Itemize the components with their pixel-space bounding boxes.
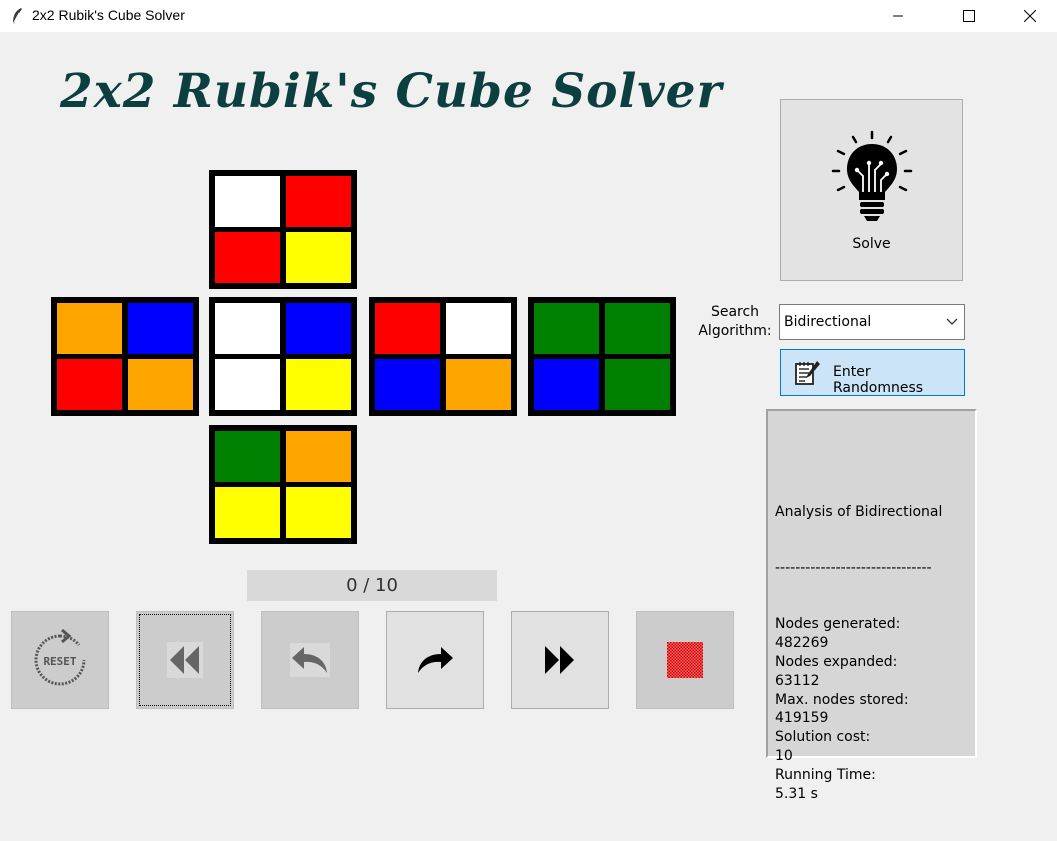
cube-sticker-blue	[128, 303, 193, 354]
cube-face-left	[51, 297, 199, 416]
analysis-line: 5.31 s	[775, 785, 818, 802]
cube-face-up	[209, 170, 357, 289]
cube-face-down	[209, 425, 357, 544]
undo-arrow-icon	[290, 643, 330, 677]
step-forward-button[interactable]	[386, 611, 484, 709]
analysis-line: 63112	[775, 672, 820, 689]
feather-icon	[12, 8, 22, 25]
minimize-button[interactable]	[875, 0, 921, 32]
analysis-lines: Nodes generated: 482269 Nodes expanded: 631…	[775, 615, 942, 803]
enter-randomness-button[interactable]: Enter Randomness	[780, 349, 965, 396]
window-titlebar: 2x2 Rubik's Cube Solver	[0, 0, 1057, 32]
reset-button[interactable]: RESET	[11, 611, 109, 709]
fast-forward-button[interactable]	[511, 611, 609, 709]
analysis-heading: Analysis of Bidirectional	[775, 503, 943, 520]
cube-sticker-green	[215, 431, 280, 482]
analysis-line: 482269	[775, 635, 829, 652]
cube-sticker-blue	[534, 359, 599, 410]
cube-face-right	[369, 297, 517, 416]
minimize-icon	[893, 15, 903, 17]
cube-sticker-yellow	[286, 232, 351, 283]
analysis-line: 419159	[775, 710, 829, 727]
app-title: 2x2 Rubik's Cube Solver	[60, 64, 723, 119]
cube-sticker-green	[605, 359, 670, 410]
cube-sticker-red	[286, 176, 351, 227]
analysis-line: Nodes expanded:	[775, 653, 898, 670]
cube-sticker-green	[534, 303, 599, 354]
cube-sticker-orange	[128, 359, 193, 410]
double-right-icon	[545, 646, 574, 674]
solve-label: Solve	[852, 236, 891, 252]
cube-face-front	[209, 297, 357, 416]
close-button[interactable]	[1007, 0, 1053, 32]
cube-sticker-green	[605, 303, 670, 354]
cube-face-back	[528, 297, 676, 416]
cube-sticker-red	[215, 232, 280, 283]
analysis-line: Solution cost:	[775, 729, 871, 746]
cube-sticker-white	[215, 176, 280, 227]
cube-sticker-yellow	[215, 487, 280, 538]
cube-sticker-yellow	[286, 487, 351, 538]
cube-sticker-blue	[286, 303, 351, 354]
analysis-separator: -------------------------------	[775, 559, 932, 576]
cube-sticker-red	[57, 359, 122, 410]
step-back-button[interactable]	[261, 611, 359, 709]
search-label-line-2: Algorithm:	[698, 323, 772, 339]
rewind-button[interactable]	[136, 611, 234, 709]
window-title: 2x2 Rubik's Cube Solver	[32, 7, 185, 23]
maximize-icon	[963, 10, 975, 22]
search-algorithm-value: Bidirectional	[784, 314, 872, 330]
notepad-pencil-icon	[795, 361, 820, 385]
cube-sticker-white	[215, 303, 280, 354]
search-algorithm-label: Search Algorithm:	[695, 303, 775, 341]
cube-sticker-white	[446, 303, 511, 354]
search-label-line-1: Search	[710, 304, 760, 320]
lightbulb-icon	[831, 130, 913, 221]
double-left-icon	[167, 642, 203, 678]
cube-sticker-red	[375, 303, 440, 354]
stop-button[interactable]	[636, 611, 734, 709]
move-counter: 0 / 10	[247, 570, 497, 601]
solve-button[interactable]: Solve	[780, 99, 963, 281]
maximize-button[interactable]	[946, 0, 992, 32]
analysis-panel: Analysis of Bidirectional --------------…	[766, 409, 977, 802]
redo-arrow-icon	[418, 647, 453, 673]
cube-sticker-blue	[375, 359, 440, 410]
cube-sticker-orange	[446, 359, 511, 410]
cube-sticker-white	[215, 359, 280, 410]
analysis-line: Running Time:	[775, 766, 876, 783]
cube-sticker-orange	[57, 303, 122, 354]
cube-sticker-yellow	[286, 359, 351, 410]
close-icon	[1024, 10, 1036, 22]
chevron-down-icon	[946, 318, 958, 325]
enter-randomness-label: Enter Randomness	[833, 364, 924, 396]
stop-icon	[667, 642, 703, 678]
reset-icon-text: RESET	[43, 655, 76, 668]
analysis-line: 10	[775, 747, 793, 764]
analysis-line: Nodes generated:	[775, 616, 901, 633]
analysis-line: Max. nodes stored:	[775, 691, 909, 708]
cube-sticker-orange	[286, 431, 351, 482]
analysis-text: Analysis of Bidirectional --------------…	[775, 465, 942, 841]
search-algorithm-select[interactable]: Bidirectional	[779, 304, 965, 340]
reset-icon: RESET	[34, 629, 86, 686]
